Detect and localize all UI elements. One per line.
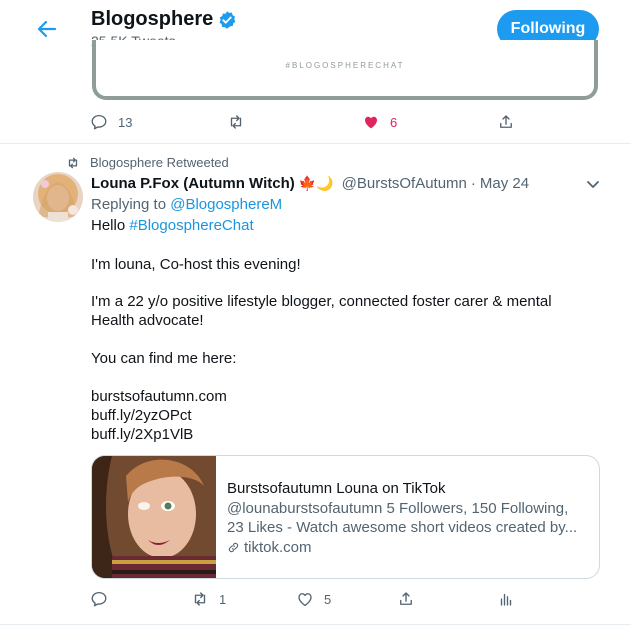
retweet-count: 1: [219, 591, 227, 607]
like-count: 5: [324, 591, 332, 607]
retweet-context-label: Blogosphere Retweeted: [90, 155, 229, 170]
replying-prefix: Replying to: [91, 196, 171, 213]
like-action-2[interactable]: 5: [296, 590, 331, 608]
share-action-2[interactable]: [397, 590, 415, 608]
tweet-divider: [0, 143, 631, 144]
link-buffly-1[interactable]: buff.ly/2yzOPct: [91, 407, 192, 424]
retweet-context[interactable]: Blogosphere Retweeted: [66, 155, 229, 170]
author-handle[interactable]: @BurstsOfAutumn: [342, 175, 467, 192]
link-preview-card[interactable]: Burstsofautumn Louna on TikTok @lounabur…: [91, 455, 600, 579]
retweet-icon: [230, 115, 242, 129]
tweet-divider-bottom: [0, 624, 631, 625]
tweet-text-find: You can find me here:: [91, 350, 237, 367]
reply-icon: [91, 114, 107, 130]
retweet-action[interactable]: [227, 113, 245, 131]
back-button[interactable]: [30, 16, 64, 42]
tweet-text-bio-line-2: Health advocate!: [91, 312, 204, 329]
link-burstsofautumn[interactable]: burstsofautumn.com: [91, 388, 227, 405]
author-name-emoji: 🍁🌙: [298, 175, 334, 191]
tweet-date[interactable]: May 24: [480, 175, 529, 192]
replying-to-handle[interactable]: @BlogosphereM: [170, 196, 282, 213]
avatar-image: [33, 172, 83, 222]
author-name[interactable]: Louna P.Fox (Autumn Witch): [91, 175, 295, 192]
tweet-text-intro: I'm louna, Co-host this evening!: [91, 256, 301, 273]
share-action[interactable]: [497, 113, 515, 131]
reply-action-2[interactable]: [90, 590, 108, 608]
tweet-author-row: Louna P.Fox (Autumn Witch) 🍁🌙 @BurstsOfA…: [91, 175, 529, 192]
embedded-media-card[interactable]: #BLOGOSPHERECHAT: [92, 40, 598, 100]
hashtag-link[interactable]: #BlogosphereChat: [129, 217, 253, 234]
retweet-icon: [194, 592, 206, 606]
link-card-title: Burstsofautumn Louna on TikTok: [227, 480, 446, 497]
link-icon: [228, 542, 239, 553]
link-card-domain: tiktok.com: [227, 539, 312, 556]
back-arrow-icon: [37, 20, 57, 38]
reply-icon: [91, 591, 107, 607]
chevron-down-icon[interactable]: [583, 177, 603, 193]
link-card-description-line-1: @lounaburstsofautumn 5 Followers, 150 Fo…: [227, 500, 569, 517]
analytics-action[interactable]: [497, 590, 515, 608]
share-icon: [400, 592, 412, 605]
greeting-text: Hello: [91, 217, 130, 234]
retweet-context-icon: [68, 157, 78, 168]
link-card-description-line-2: 23 Likes - Watch awesome short videos cr…: [227, 519, 578, 536]
reply-count: 13: [118, 114, 133, 130]
thumbnail-image: [92, 456, 216, 578]
separator-dot: ·: [470, 175, 476, 192]
like-count: 6: [390, 114, 398, 130]
avatar[interactable]: [33, 172, 83, 222]
analytics-icon: [500, 593, 512, 606]
heart-outline-icon: [298, 593, 312, 607]
tweet-text-bio-line-1: I'm a 22 y/o positive lifestyle blogger,…: [91, 293, 552, 310]
link-buffly-2[interactable]: buff.ly/2Xp1VlB: [91, 426, 193, 443]
link-card-domain-text: tiktok.com: [244, 539, 312, 556]
retweet-action-2[interactable]: 1: [191, 590, 226, 608]
verified-badge-icon: [219, 11, 236, 29]
profile-title: Blogosphere: [91, 8, 214, 30]
share-icon: [500, 115, 512, 128]
like-action[interactable]: 6: [362, 113, 397, 131]
heart-filled-icon: [365, 116, 377, 129]
reply-action[interactable]: 13: [90, 113, 132, 131]
replying-to-line: Replying to @BlogosphereM: [91, 196, 282, 213]
tweet-text-greeting: Hello #BlogosphereChat: [91, 217, 254, 234]
link-card-thumbnail: [92, 456, 216, 578]
card-hashtag: #BLOGOSPHERECHAT: [285, 61, 405, 70]
